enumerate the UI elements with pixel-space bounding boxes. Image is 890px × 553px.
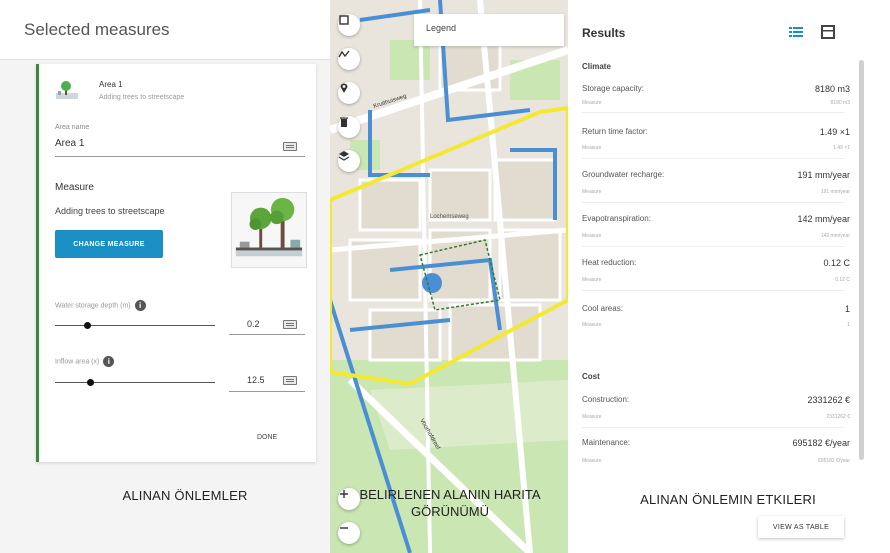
inflow-area-slider-track[interactable] xyxy=(55,382,215,383)
result-sub-value: 191 mm/year xyxy=(820,189,850,195)
result-value: 0.12 C xyxy=(823,258,850,268)
legend-label: Legend xyxy=(426,23,457,33)
panel-header: Selected measures xyxy=(0,0,330,60)
result-sub-value: 2331262 € xyxy=(826,414,850,420)
result-value: 142 mm/year xyxy=(797,214,850,224)
result-sub-label: Measure xyxy=(582,100,602,106)
result-sub-value: 8180 m3 xyxy=(830,100,850,106)
selected-measures-panel: Selected measures Area 1 Adding trees to… xyxy=(0,0,330,553)
result-label: Heat reduction: xyxy=(582,258,637,267)
divider xyxy=(582,427,844,428)
inflow-area-label-text: Inflow area (x) xyxy=(55,358,100,366)
panel-title: Selected measures xyxy=(24,20,170,39)
change-measure-button[interactable]: CHANGE MEASURE xyxy=(55,230,163,258)
results-panel: Results Climate Storage capacity: 8180 m… xyxy=(568,0,890,553)
delete-button[interactable] xyxy=(338,116,360,138)
water-storage-slider-thumb[interactable] xyxy=(84,322,91,329)
info-icon[interactable]: i xyxy=(103,356,115,367)
result-sub-label: Measure xyxy=(582,322,602,328)
inflow-area-value-underline xyxy=(229,391,305,392)
water-storage-value-underline xyxy=(229,334,305,335)
list-view-icon[interactable] xyxy=(788,25,804,39)
results-title: Results xyxy=(582,26,626,40)
result-label: Return time factor: xyxy=(582,127,648,136)
result-label: Storage capacity: xyxy=(582,84,644,93)
result-value: 1 xyxy=(844,304,850,314)
climate-heading: Climate xyxy=(582,62,611,71)
measure-heading: Measure xyxy=(55,182,94,193)
result-sub-label: Measure xyxy=(582,458,602,464)
legend-panel[interactable]: Legend xyxy=(414,14,564,46)
results-caption: ALINAN ÖNLEMIN ETKILERI xyxy=(640,492,816,507)
place-marker-button[interactable] xyxy=(338,82,360,104)
results-scrollbar[interactable] xyxy=(859,60,864,460)
result-label: Construction: xyxy=(582,395,630,404)
map-canvas[interactable]: Kruithuisweg Lochemseweg Voorhofdreef xyxy=(330,0,568,553)
divider xyxy=(582,112,844,113)
measure-illustration xyxy=(231,192,307,268)
keyboard-icon[interactable] xyxy=(283,320,297,329)
zoom-out-button[interactable] xyxy=(338,522,360,544)
map-view[interactable]: Kruithuisweg Lochemseweg Voorhofdreef Le… xyxy=(330,0,568,553)
result-sub-value: 142 mm/year xyxy=(820,233,850,239)
divider xyxy=(582,246,844,247)
result-sub-label: Measure xyxy=(582,145,602,151)
measure-description: Adding trees to streetscape xyxy=(55,206,165,216)
layers-icon xyxy=(338,151,350,161)
draw-polyline-button[interactable] xyxy=(338,48,360,70)
result-value: 695182 €/year xyxy=(792,438,850,448)
result-sub-value: 0.12 C xyxy=(835,277,850,283)
square-icon xyxy=(339,15,349,25)
area-thumbnail-icon xyxy=(56,81,78,99)
water-storage-label-text: Water storage depth (m) xyxy=(55,302,131,310)
marker-icon xyxy=(340,83,348,93)
keyboard-icon[interactable] xyxy=(283,142,297,151)
cost-heading: Cost xyxy=(582,372,600,381)
result-value: 191 mm/year xyxy=(797,170,850,180)
layers-button[interactable] xyxy=(338,150,360,172)
area-subtitle: Adding trees to streetscape xyxy=(99,94,185,101)
map-caption: BELIRLENEN ALANIN HARITA GÖRÜNÜMÜ xyxy=(359,487,541,519)
result-value: 8180 m3 xyxy=(814,84,850,94)
result-sub-label: Measure xyxy=(582,277,602,283)
view-as-table-button[interactable]: VIEW AS TABLE xyxy=(758,516,844,538)
result-value: 1.49 ×1 xyxy=(819,127,850,137)
draw-square-button[interactable] xyxy=(338,14,360,36)
info-icon[interactable]: i xyxy=(134,300,146,311)
water-storage-label: Water storage depth (m) i xyxy=(55,300,146,311)
area-name-input[interactable]: Area 1 xyxy=(55,138,84,149)
result-label: Evapotranspiration: xyxy=(582,214,651,223)
result-label: Maintenance: xyxy=(582,438,631,447)
result-label: Cool areas: xyxy=(582,304,623,313)
divider xyxy=(582,202,844,203)
inflow-area-value[interactable]: 12.5 xyxy=(247,375,265,385)
result-sub-value: 695182 €/year xyxy=(818,458,850,464)
result-sub-value: 1 xyxy=(847,322,850,328)
result-sub-label: Measure xyxy=(582,189,602,195)
area-name-label: Area name xyxy=(55,124,90,131)
done-button[interactable]: DONE xyxy=(257,434,277,441)
street-label: Lochemseweg xyxy=(430,214,469,220)
inflow-area-label: Inflow area (x) i xyxy=(55,356,115,367)
trash-icon xyxy=(340,117,348,127)
result-sub-value: 1.49 ×1 xyxy=(833,145,850,151)
area-card: Area 1 Adding trees to streetscape Area … xyxy=(36,64,316,462)
polyline-icon xyxy=(338,50,350,58)
left-caption: ALINAN ÖNLEMLER xyxy=(122,488,248,503)
result-value: 2331262 € xyxy=(807,395,850,405)
divider xyxy=(582,290,844,291)
inflow-area-slider-thumb[interactable] xyxy=(87,379,95,386)
water-storage-value[interactable]: 0.2 xyxy=(247,319,260,329)
area-name-underline xyxy=(55,156,305,157)
result-sub-label: Measure xyxy=(582,233,602,239)
divider xyxy=(582,158,844,159)
table-view-icon[interactable] xyxy=(820,25,836,39)
area-title: Area 1 xyxy=(99,80,123,89)
water-storage-slider-track[interactable] xyxy=(55,325,215,326)
result-sub-label: Measure xyxy=(582,414,602,420)
result-label: Groundwater recharge: xyxy=(582,170,665,179)
keyboard-icon[interactable] xyxy=(283,376,297,385)
zoom-out-icon xyxy=(340,527,348,529)
